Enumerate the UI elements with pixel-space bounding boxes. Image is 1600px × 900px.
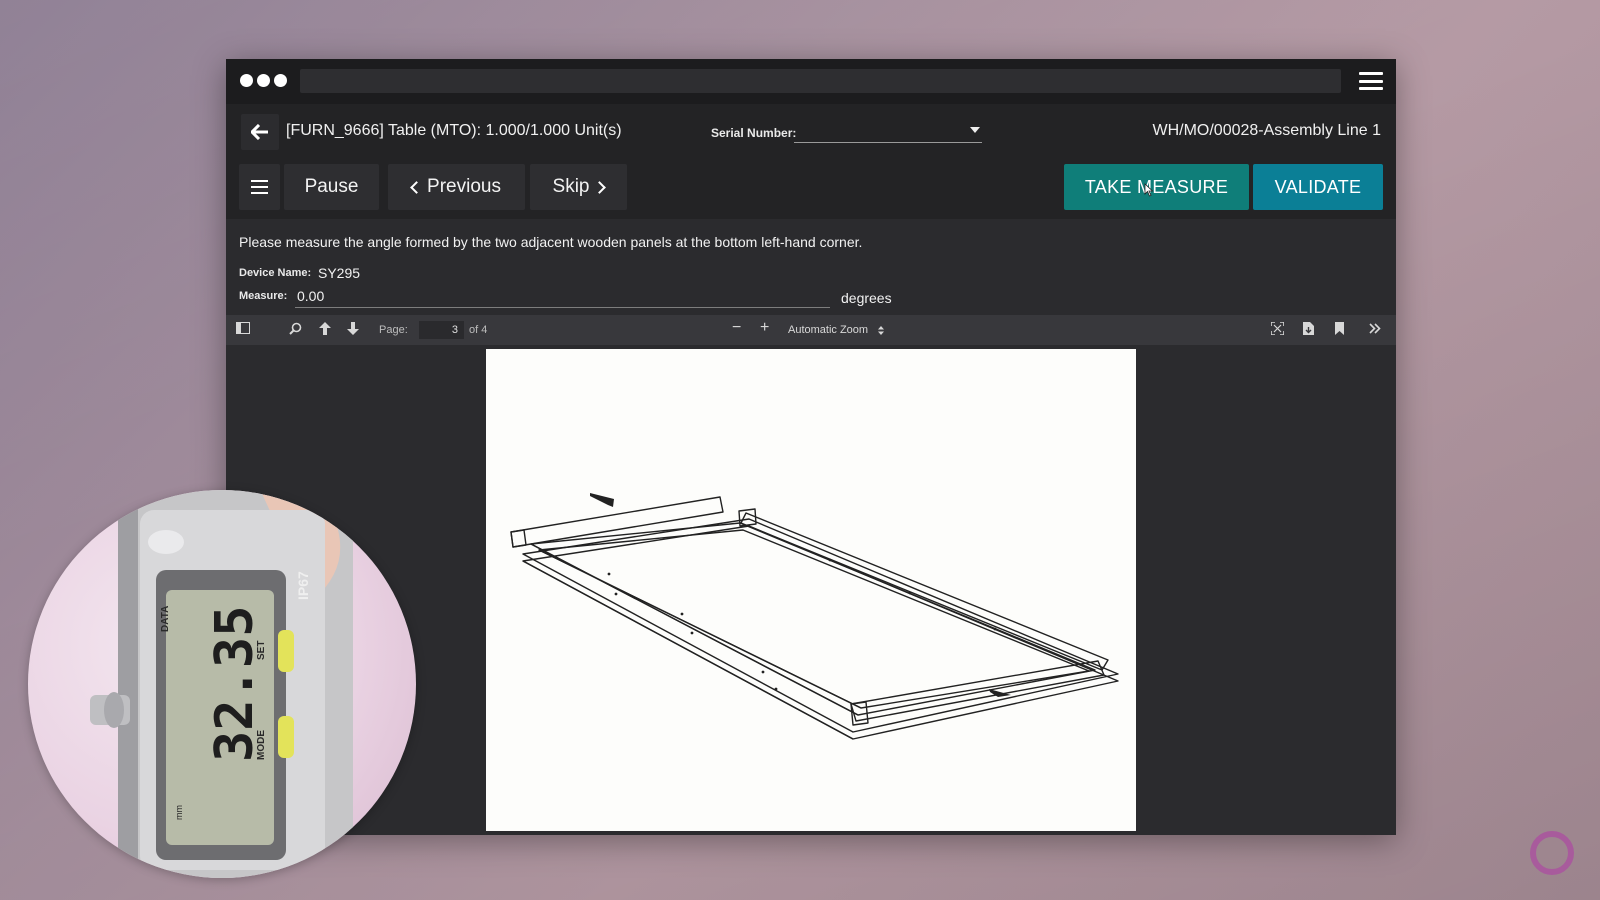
pause-label: Pause (304, 176, 359, 197)
updown-icon (878, 326, 884, 335)
zoom-out-icon[interactable]: − (732, 320, 741, 336)
previous-label: Previous (427, 176, 501, 197)
zoom-in-icon[interactable]: + (760, 320, 769, 336)
browser-titlebar (226, 59, 1396, 104)
measure-input[interactable]: 0.00 (295, 286, 830, 308)
digital-caliper-image: DATA SET MODE IP67 mm 32.35 (90, 490, 353, 878)
window-dot-icon[interactable] (257, 74, 270, 87)
pdf-viewer[interactable] (226, 345, 1396, 835)
validate-label: VALIDATE (1274, 176, 1362, 197)
page-count: of 4 (469, 324, 488, 336)
pdf-toolbar: Page: 3 of 4 − + Automatic Zoom (226, 315, 1396, 345)
zoom-label: Automatic Zoom (788, 324, 869, 336)
window-dot-icon[interactable] (274, 74, 287, 87)
caret-down-icon (970, 127, 980, 133)
caliper-video-inset: DATA SET MODE IP67 mm 32.35 (28, 490, 416, 878)
skip-label: Skip (552, 176, 590, 197)
zoom-select[interactable]: Automatic Zoom (782, 322, 894, 339)
menu-button[interactable] (239, 164, 280, 210)
product-title: [FURN_9666] Table (MTO): 1.000/1.000 Uni… (286, 122, 622, 139)
pause-button[interactable]: Pause (284, 164, 379, 210)
window-dot-icon[interactable] (240, 74, 253, 87)
serial-number-label: Serial Number: (711, 126, 797, 140)
measure-unit: degrees (841, 290, 892, 306)
page-number-input[interactable]: 3 (419, 321, 464, 339)
fullscreen-icon[interactable] (1270, 321, 1285, 339)
caliper-data-label: DATA (160, 606, 171, 632)
bookmark-icon[interactable] (1335, 322, 1344, 339)
odoo-logo (1530, 831, 1574, 875)
action-toolbar: Pause Previous Skip TAKE MEASURE VALIDAT… (226, 161, 1396, 219)
step-instruction: Please measure the angle formed by the t… (239, 234, 863, 250)
caliper-reading: 32.35 (205, 605, 265, 762)
menu-icon (251, 180, 268, 194)
take-measure-label: TAKE MEASURE (1084, 176, 1229, 197)
device-name-value: SY295 (318, 265, 361, 281)
window-controls[interactable] (240, 74, 287, 87)
work-order-reference: WH/MO/00028-Assembly Line 1 (1152, 122, 1381, 139)
double-chevron-right-icon[interactable] (1369, 322, 1381, 338)
sidebar-toggle-icon[interactable] (236, 322, 250, 338)
search-icon[interactable] (289, 322, 302, 339)
pdf-page (486, 349, 1136, 831)
skip-button[interactable]: Skip (530, 164, 627, 210)
chevron-right-icon (593, 180, 607, 194)
validate-button[interactable]: VALIDATE (1253, 164, 1383, 210)
chevron-left-icon (410, 180, 423, 194)
device-name-label: Device Name: (239, 267, 312, 279)
caliper-ip-label: IP67 (295, 571, 311, 600)
table-frame-drawing (510, 493, 1119, 740)
page-label: Page: (379, 324, 408, 336)
previous-button[interactable]: Previous (388, 164, 525, 210)
back-button[interactable] (241, 114, 279, 150)
arrow-left-icon (251, 124, 268, 140)
serial-number-select[interactable] (794, 119, 982, 143)
address-bar[interactable] (300, 69, 1341, 93)
measure-label: Measure: (239, 290, 288, 302)
caliper-unit-label: mm (174, 805, 184, 820)
mouse-cursor-icon (1144, 183, 1154, 197)
arrow-down-icon[interactable] (347, 322, 359, 339)
workorder-header: [FURN_9666] Table (MTO): 1.000/1.000 Uni… (226, 104, 1396, 161)
hamburger-icon[interactable] (1359, 72, 1383, 90)
take-measure-button[interactable]: TAKE MEASURE (1064, 164, 1249, 210)
download-icon[interactable] (1303, 322, 1314, 339)
arrow-up-icon[interactable] (319, 322, 331, 339)
